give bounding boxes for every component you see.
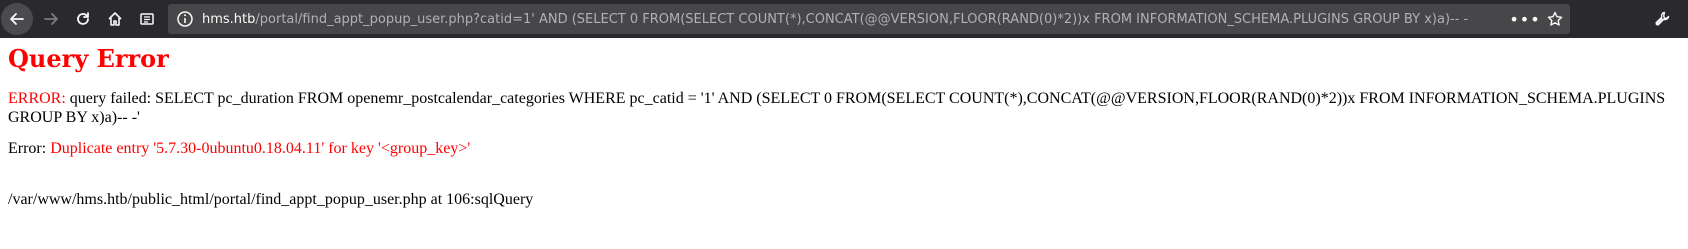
error2-label: Error:	[8, 140, 51, 157]
reader-view-icon	[140, 13, 154, 25]
more-horizontal-icon: •••	[1509, 9, 1541, 29]
page-actions-button[interactable]: •••	[1509, 4, 1541, 34]
page-title: Query Error	[8, 44, 169, 73]
url-host: hms.htb	[202, 11, 256, 27]
error-label: ERROR:	[8, 90, 66, 107]
tools-button[interactable]	[1646, 3, 1678, 35]
forward-arrow-icon	[44, 13, 58, 25]
error2-text: Duplicate entry '5.7.30-0ubuntu0.18.04.1…	[50, 140, 471, 157]
url-actions: •••	[1504, 4, 1570, 34]
back-arrow-icon	[10, 13, 24, 25]
wrench-icon	[1655, 11, 1670, 26]
file-path-trace: /var/www/hms.htb/public_html/portal/find…	[8, 191, 534, 208]
page-content: Query Error ERROR: query failed: SELECT …	[8, 44, 1680, 209]
bookmark-button[interactable]	[1540, 4, 1570, 34]
error-text: query failed: SELECT pc_duration FROM op…	[8, 90, 1666, 126]
url-path: /portal/find_appt_popup_user.php?catid=1…	[255, 11, 1469, 27]
reader-view-button[interactable]	[131, 3, 163, 35]
duplicate-entry-error: Error: Duplicate entry '5.7.30-0ubuntu0.…	[8, 139, 1680, 158]
home-icon	[108, 12, 122, 26]
forward-button[interactable]	[35, 3, 67, 35]
url-bar[interactable]: hms.htb/portal/find_appt_popup_user.php?…	[168, 4, 1570, 34]
home-button[interactable]	[99, 3, 131, 35]
url-text[interactable]: hms.htb/portal/find_appt_popup_user.php?…	[202, 12, 1570, 27]
star-icon	[1547, 11, 1563, 26]
query-error-message: ERROR: query failed: SELECT pc_duration …	[8, 89, 1680, 127]
browser-toolbar: hms.htb/portal/find_appt_popup_user.php?…	[0, 0, 1688, 38]
reload-button[interactable]	[67, 3, 99, 35]
reload-icon	[77, 12, 89, 25]
back-button[interactable]	[1, 3, 33, 35]
site-info-icon[interactable]	[176, 10, 194, 28]
